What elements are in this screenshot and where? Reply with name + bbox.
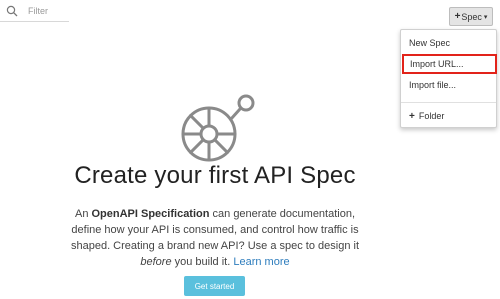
- spec-button-label: Spec: [461, 11, 482, 22]
- plus-icon: +: [454, 11, 461, 22]
- menu-item-label: Folder: [418, 111, 445, 121]
- menu-item-new-spec[interactable]: New Spec: [401, 33, 496, 53]
- menu-item-import-file[interactable]: Import file...: [401, 75, 496, 95]
- add-spec-button[interactable]: + Spec ▾: [449, 7, 493, 26]
- page-title: Create your first API Spec: [74, 162, 356, 189]
- get-started-button[interactable]: Get started: [184, 276, 245, 296]
- openapi-spec-term: OpenAPI Specification: [91, 208, 210, 220]
- search-icon: [6, 5, 18, 17]
- menu-item-import-url[interactable]: Import URL...: [402, 54, 497, 74]
- chevron-down-icon: ▾: [483, 13, 488, 21]
- learn-more-link[interactable]: Learn more: [233, 256, 289, 268]
- menu-item-label: Import file...: [409, 80, 457, 90]
- filter-bar[interactable]: [0, 0, 69, 22]
- spec-dropdown-menu: New Spec Import URL... Import file... + …: [400, 29, 497, 128]
- openapi-logo-icon: [181, 94, 255, 162]
- empty-state-description: An OpenAPI Specification can generate do…: [63, 206, 367, 270]
- filter-input[interactable]: [28, 3, 68, 18]
- menu-divider: [401, 102, 496, 103]
- plus-icon: +: [409, 110, 415, 122]
- menu-item-folder[interactable]: + Folder: [401, 106, 496, 126]
- menu-item-label: New Spec: [409, 38, 451, 48]
- desc-text: An: [74, 208, 92, 220]
- desc-text: you build it.: [171, 256, 234, 268]
- desc-emphasis: before: [140, 256, 172, 268]
- menu-item-label: Import URL...: [410, 59, 464, 69]
